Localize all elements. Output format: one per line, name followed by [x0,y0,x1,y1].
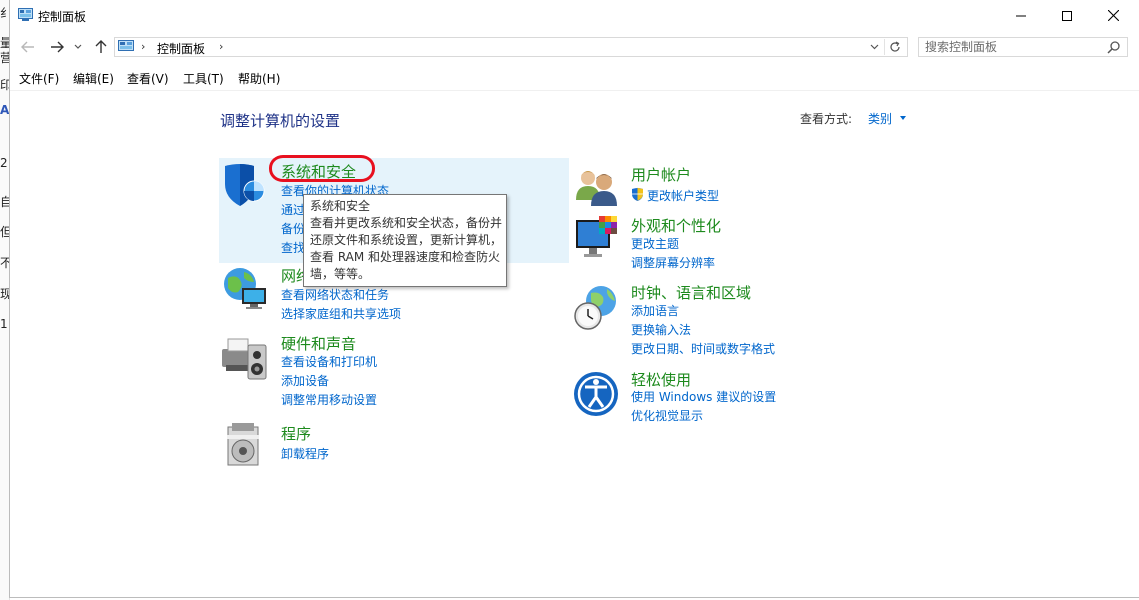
refresh-icon [890,41,900,52]
ease-of-access-icon [574,372,618,416]
back-button[interactable] [19,39,37,55]
link-system-security-4[interactable]: 查找 [281,239,305,256]
recent-locations-button[interactable] [72,39,84,55]
control-panel-icon [18,8,33,21]
title-bar[interactable]: 控制面板 [10,0,1139,31]
navigation-bar: › 控制面板 › [10,31,1139,63]
appearance-icon [576,216,617,257]
breadcrumb-control-panel[interactable]: 控制面板 [157,40,205,57]
dropdown-arrow-icon[interactable] [900,116,906,120]
bg-fragment: A [0,103,10,117]
link-change-input-method[interactable]: 更换输入法 [631,321,691,338]
breadcrumb-separator-icon[interactable]: › [141,40,145,53]
shield-icon [225,164,265,206]
refresh-button[interactable] [884,39,905,55]
breadcrumb-separator-icon[interactable]: › [219,40,223,53]
tooltip-line: 墙，等等。 [310,267,371,281]
category-title-ease-of-access[interactable]: 轻松使用 [631,369,691,390]
maximize-button[interactable] [1044,0,1090,31]
chevron-down-icon [870,44,878,50]
search-input[interactable] [919,38,1105,56]
menu-help[interactable]: 帮助(H) [238,70,280,87]
link-system-security-2[interactable]: 通过 [281,201,305,218]
link-change-account-type[interactable]: 更改帐户类型 [647,187,719,204]
link-homegroup-sharing[interactable]: 选择家庭组和共享选项 [281,305,401,322]
page-title: 调整计算机的设置 [220,112,341,130]
close-icon [1107,10,1119,21]
chevron-down-icon [74,44,82,49]
category-title-user-accounts[interactable]: 用户帐户 [631,164,691,185]
forward-button[interactable] [48,39,66,55]
bg-fragment: 2 [0,156,8,170]
minimize-icon [1016,15,1026,16]
search-icon[interactable] [1107,40,1121,54]
tooltip-line: 查看 RAM 和处理器速度和检查防火 [310,250,501,264]
control-panel-icon [118,40,134,51]
tooltip-line: 还原文件和系统设置，更新计算机， [310,233,503,247]
tooltip-line: 查看并更改系统和安全状态，备份并 [310,216,503,230]
link-date-time-format[interactable]: 更改日期、时间或数字格式 [631,340,775,357]
link-add-language[interactable]: 添加语言 [631,302,679,319]
address-history-button[interactable] [865,39,883,55]
link-windows-recommended-settings[interactable]: 使用 Windows 建议的设置 [631,388,776,405]
link-change-theme[interactable]: 更改主题 [631,235,679,252]
menu-edit[interactable]: 编辑(E) [73,70,114,87]
category-title-hardware-sound[interactable]: 硬件和声音 [281,333,356,354]
category-title-clock-region[interactable]: 时钟、语言和区域 [631,282,751,303]
link-system-security-3[interactable]: 备份 [281,220,305,237]
network-globe-icon [224,268,266,309]
category-title-appearance[interactable]: 外观和个性化 [631,215,721,236]
link-mobility-settings[interactable]: 调整常用移动设置 [281,391,377,408]
link-screen-resolution[interactable]: 调整屏幕分辨率 [631,254,715,271]
up-button[interactable] [92,39,110,55]
clock-globe-icon [574,286,616,330]
view-by-dropdown[interactable]: 类别 [868,110,892,127]
link-optimize-visual-display[interactable]: 优化视觉显示 [631,407,703,424]
control-panel-window: 控制面板 › 控制面板 › 搜索控制面板 文件(F) 编辑(E) 查看(V) 工… [9,0,1139,598]
link-add-device[interactable]: 添加设备 [281,372,329,389]
programs-icon [227,423,259,466]
menu-view[interactable]: 查看(V) [127,70,169,87]
red-highlight-annotation [269,155,375,182]
maximize-icon [1062,10,1072,21]
forward-arrow-icon [51,41,64,53]
search-box[interactable] [918,37,1128,57]
category-title-programs[interactable]: 程序 [281,423,311,444]
printer-speaker-icon [222,338,267,380]
link-devices-printers[interactable]: 查看设备和打印机 [281,353,377,370]
menu-bar: 文件(F) 编辑(E) 查看(V) 工具(T) 帮助(H) [10,64,1139,91]
up-arrow-icon [95,40,107,53]
window-title: 控制面板 [38,10,87,24]
category-tooltip: 系统和安全 查看并更改系统和安全状态，备份并 还原文件和系统设置，更新计算机， … [303,194,507,287]
link-uninstall-program[interactable]: 卸载程序 [281,445,329,462]
address-bar[interactable]: › 控制面板 › [114,37,908,57]
menu-file[interactable]: 文件(F) [19,70,59,87]
bg-fragment: 1 [0,317,8,331]
tooltip-line: 系统和安全 [310,199,371,213]
close-button[interactable] [1090,0,1136,31]
user-accounts-icon [576,171,617,206]
view-by-label: 查看方式: [800,112,853,126]
link-view-network-status[interactable]: 查看网络状态和任务 [281,286,389,303]
back-arrow-icon [21,41,34,53]
menu-tools[interactable]: 工具(T) [183,70,224,87]
minimize-button[interactable] [998,0,1044,31]
uac-shield-icon [632,187,643,201]
